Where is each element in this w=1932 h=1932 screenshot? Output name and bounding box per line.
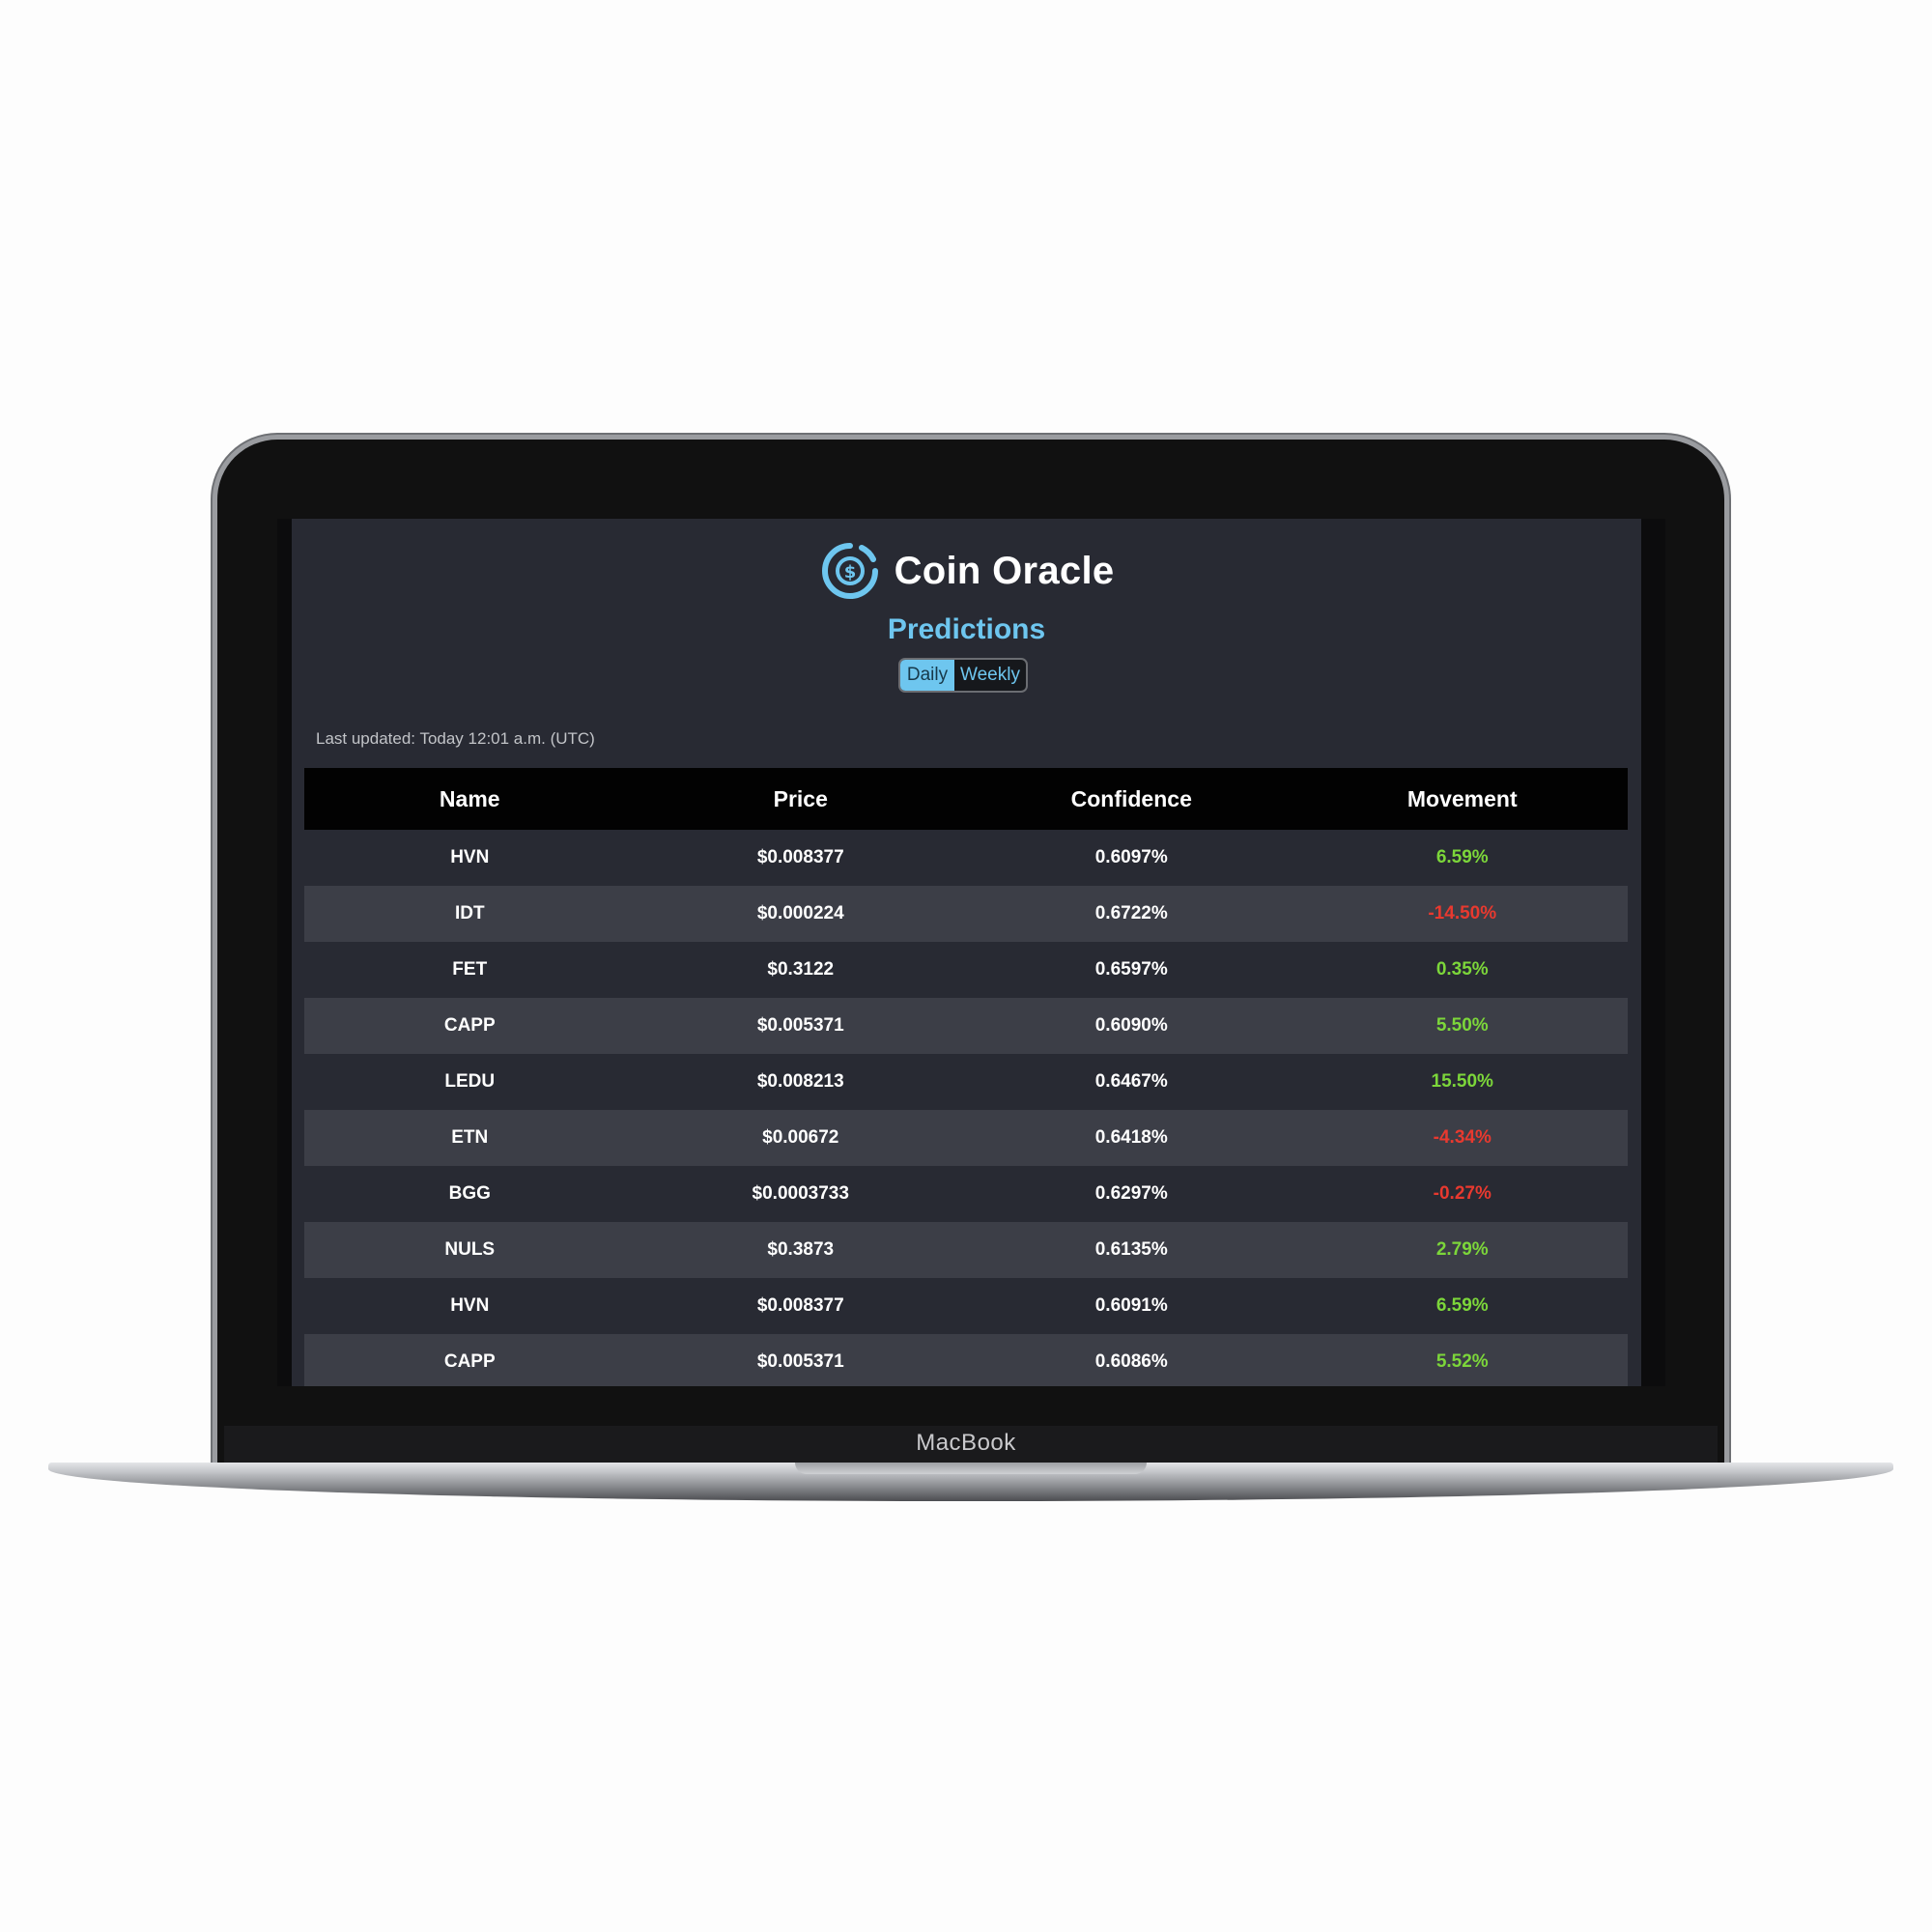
confidence-cell: 0.6597% (966, 942, 1297, 998)
movement-cell: 15.50% (1296, 1054, 1628, 1110)
confidence-cell: 0.6297% (966, 1166, 1297, 1222)
coin-name-cell: ETN (304, 1110, 636, 1166)
page-title: Predictions (887, 613, 1046, 645)
table-body: HVN $0.008377 0.6097% 6.59% IDT $0.00022… (304, 830, 1628, 1386)
coin-name-cell: CAPP (304, 998, 636, 1054)
table-header: Name Price Confidence Movement (304, 768, 1628, 830)
app-header: $ Coin Oracle (292, 540, 1641, 602)
table-row[interactable]: HVN $0.008377 0.6091% 6.59% (304, 1278, 1628, 1334)
coin-name-cell: NULS (304, 1222, 636, 1278)
table-row[interactable]: NULS $0.3873 0.6135% 2.79% (304, 1222, 1628, 1278)
table-row[interactable]: CAPP $0.005371 0.6090% 5.50% (304, 998, 1628, 1054)
app-window: $ Coin Oracle Predictions Daily Weekly L… (292, 519, 1641, 1386)
coin-name-cell: IDT (304, 886, 636, 942)
confidence-cell: 0.6097% (966, 830, 1297, 886)
movement-cell: 6.59% (1296, 1278, 1628, 1334)
price-cell: $0.005371 (635, 1334, 966, 1386)
confidence-cell: 0.6467% (966, 1054, 1297, 1110)
coin-name-cell: HVN (304, 1278, 636, 1334)
laptop-screen: $ Coin Oracle Predictions Daily Weekly L… (277, 519, 1665, 1386)
table-row[interactable]: IDT $0.000224 0.6722% -14.50% (304, 886, 1628, 942)
price-cell: $0.3122 (635, 942, 966, 998)
price-cell: $0.0003733 (635, 1166, 966, 1222)
table-row[interactable]: ETN $0.00672 0.6418% -4.34% (304, 1110, 1628, 1166)
table-row[interactable]: FET $0.3122 0.6597% 0.35% (304, 942, 1628, 998)
coin-name-cell: LEDU (304, 1054, 636, 1110)
movement-cell: 6.59% (1296, 830, 1628, 886)
confidence-cell: 0.6090% (966, 998, 1297, 1054)
price-cell: $0.00672 (635, 1110, 966, 1166)
movement-cell: -0.27% (1296, 1166, 1628, 1222)
table-row[interactable]: HVN $0.008377 0.6097% 6.59% (304, 830, 1628, 886)
price-cell: $0.3873 (635, 1222, 966, 1278)
movement-cell: 2.79% (1296, 1222, 1628, 1278)
price-cell: $0.008377 (635, 830, 966, 886)
svg-text:$: $ (843, 562, 856, 582)
confidence-cell: 0.6418% (966, 1110, 1297, 1166)
movement-cell: 5.50% (1296, 998, 1628, 1054)
price-cell: $0.005371 (635, 998, 966, 1054)
column-header-price[interactable]: Price (635, 768, 966, 830)
movement-cell: 5.52% (1296, 1334, 1628, 1386)
column-header-name[interactable]: Name (304, 768, 636, 830)
price-cell: $0.008213 (635, 1054, 966, 1110)
coin-name-cell: CAPP (304, 1334, 636, 1386)
table-row[interactable]: CAPP $0.005371 0.6086% 5.52% (304, 1334, 1628, 1386)
coin-name-cell: FET (304, 942, 636, 998)
table-header-row: Name Price Confidence Movement (304, 768, 1628, 830)
table-row[interactable]: LEDU $0.008213 0.6467% 15.50% (304, 1054, 1628, 1110)
app-title: Coin Oracle (894, 549, 1115, 592)
column-header-confidence[interactable]: Confidence (966, 768, 1297, 830)
movement-cell: 0.35% (1296, 942, 1628, 998)
movement-cell: -4.34% (1296, 1110, 1628, 1166)
confidence-cell: 0.6135% (966, 1222, 1297, 1278)
coin-name-cell: BGG (304, 1166, 636, 1222)
predictions-table: Name Price Confidence Movement HVN $0.00… (304, 768, 1628, 1386)
confidence-cell: 0.6086% (966, 1334, 1297, 1386)
confidence-cell: 0.6091% (966, 1278, 1297, 1334)
toggle-weekly-button[interactable]: Weekly (954, 660, 1026, 691)
table-row[interactable]: BGG $0.0003733 0.6297% -0.27% (304, 1166, 1628, 1222)
period-toggle: Daily Weekly (898, 658, 1028, 693)
toggle-daily-button[interactable]: Daily (900, 660, 954, 691)
coin-name-cell: HVN (304, 830, 636, 886)
column-header-movement[interactable]: Movement (1296, 768, 1628, 830)
laptop-brand-label: MacBook (916, 1430, 1016, 1456)
movement-cell: -14.50% (1296, 886, 1628, 942)
last-updated-text: Last updated: Today 12:01 a.m. (UTC) (316, 729, 595, 748)
laptop-hinge-notch (795, 1463, 1147, 1474)
price-cell: $0.000224 (635, 886, 966, 942)
coin-dollar-icon: $ (819, 540, 881, 602)
confidence-cell: 0.6722% (966, 886, 1297, 942)
price-cell: $0.008377 (635, 1278, 966, 1334)
